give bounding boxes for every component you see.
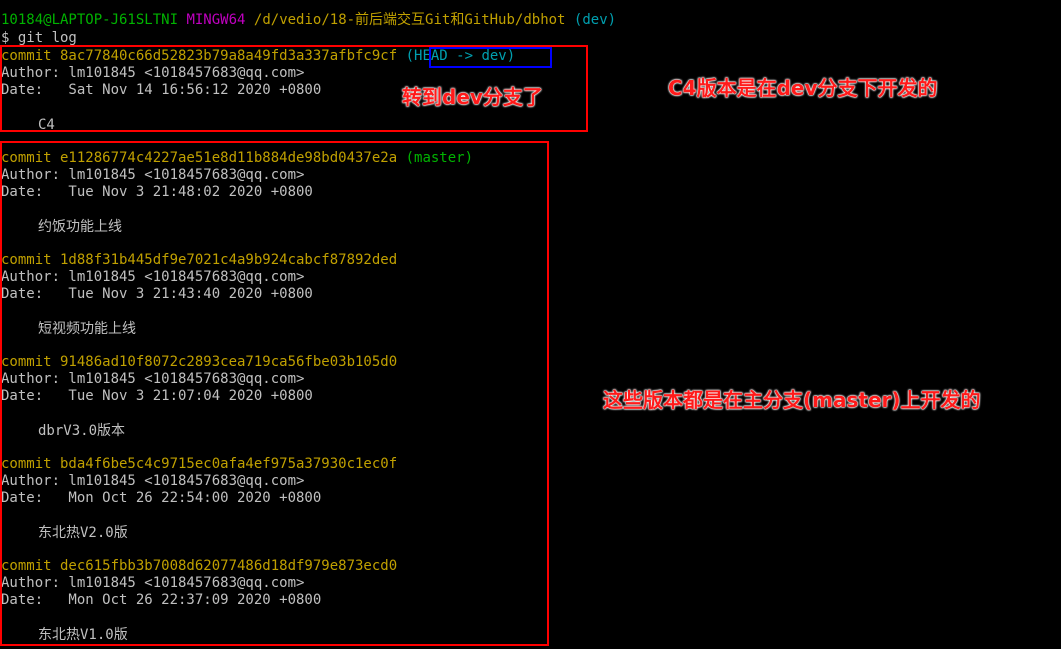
head-ref-highlight-box <box>429 47 552 68</box>
annotation-master-commits: 这些版本都是在主分支(master)上开发的 <box>603 388 981 412</box>
master-commits-highlight-box <box>0 141 549 646</box>
prompt-user-host: 10184@LAPTOP-J61SLTNI <box>1 12 179 28</box>
prompt-path: /d/vedio/18-前后端交互Git和GitHub/dbhot <box>253 12 566 28</box>
annotation-switched-to-dev: 转到dev分支了 <box>402 85 543 109</box>
prompt-line: 10184@LAPTOP-J61SLTNI MINGW64 /d/vedio/1… <box>1 12 616 29</box>
prompt-env: MINGW64 <box>186 12 246 28</box>
prompt-branch: (dev) <box>573 12 617 28</box>
annotation-c4-on-dev: C4版本是在dev分支下开发的 <box>668 76 938 100</box>
terminal-window[interactable]: 10184@LAPTOP-J61SLTNI MINGW64 /d/vedio/1… <box>0 0 1061 649</box>
